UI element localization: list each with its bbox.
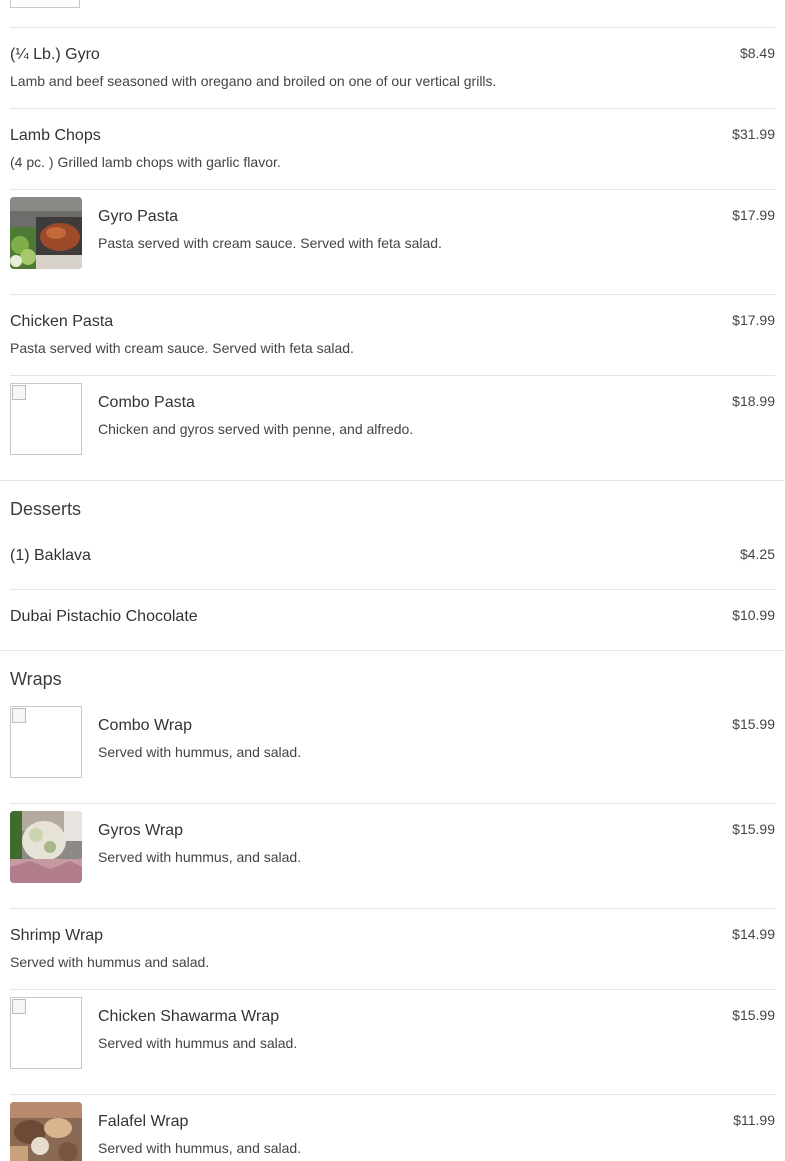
section-divider — [0, 480, 785, 481]
item-description: Served with hummus and salad. — [10, 954, 210, 970]
item-photo-gyro-pasta — [10, 197, 82, 269]
broken-image-icon — [12, 708, 26, 723]
item-photo-falafel-wrap — [10, 1102, 82, 1161]
menu-item[interactable]: Dubai Pistachio Chocolate $10.99 — [10, 607, 775, 643]
item-price: $15.99 — [732, 821, 775, 837]
menu-item[interactable]: (¼ Lb.) Gyro Lamb and beef seasoned with… — [10, 45, 775, 101]
menu-item[interactable]: Gyros Wrap Served with hummus, and salad… — [10, 811, 775, 901]
item-divider — [10, 294, 775, 295]
menu-item[interactable]: Combo Pasta Chicken and gyros served wit… — [10, 383, 775, 473]
section-title-desserts: Desserts — [10, 499, 82, 519]
broken-image-icon — [12, 999, 26, 1014]
item-name: (¼ Lb.) Gyro — [10, 46, 100, 63]
item-image-placeholder — [10, 997, 82, 1069]
item-price: $18.99 — [732, 393, 775, 409]
item-divider — [10, 589, 775, 590]
item-name: Dubai Pistachio Chocolate — [10, 608, 198, 625]
item-name: Falafel Wrap — [98, 1113, 189, 1130]
item-description: (4 pc. ) Grilled lamb chops with garlic … — [10, 154, 281, 170]
item-image-placeholder — [10, 383, 82, 455]
item-name: Combo Pasta — [98, 394, 195, 411]
menu-item[interactable]: Chicken Pasta Pasta served with cream sa… — [10, 312, 775, 368]
item-name: Combo Wrap — [98, 717, 192, 734]
item-name: Chicken Shawarma Wrap — [98, 1008, 280, 1025]
item-description: Pasta served with cream sauce. Served wi… — [98, 235, 442, 251]
item-name: Lamb Chops — [10, 127, 101, 144]
item-image-placeholder — [10, 706, 82, 778]
item-description: Served with hummus and salad. — [98, 1035, 298, 1051]
item-price: $10.99 — [732, 607, 775, 623]
item-description: Served with hummus, and salad. — [98, 1140, 302, 1156]
item-divider — [10, 1094, 775, 1095]
item-name: Gyros Wrap — [98, 822, 184, 839]
item-price: $15.99 — [732, 1007, 775, 1023]
previous-item-stub — [0, 0, 785, 28]
menu-item[interactable]: Falafel Wrap Served with hummus, and sal… — [10, 1102, 775, 1161]
item-description: Served with hummus, and salad. — [98, 849, 302, 865]
item-description: Lamb and beef seasoned with oregano and … — [10, 73, 497, 89]
item-description: Pasta served with cream sauce. Served wi… — [10, 340, 354, 356]
item-divider — [10, 908, 775, 909]
item-divider — [10, 189, 775, 190]
menu-page: (¼ Lb.) Gyro Lamb and beef seasoned with… — [0, 0, 785, 1161]
item-price: $11.99 — [733, 1112, 775, 1128]
item-name: Chicken Pasta — [10, 313, 114, 330]
item-divider — [10, 989, 775, 990]
item-price: $4.25 — [739, 546, 775, 562]
section-title-wraps: Wraps — [10, 669, 62, 689]
item-price: $14.99 — [732, 926, 775, 942]
menu-item[interactable]: Gyro Pasta Pasta served with cream sauce… — [10, 197, 775, 287]
menu-item[interactable]: Combo Wrap Served with hummus, and salad… — [10, 706, 775, 796]
menu-item[interactable]: Chicken Shawarma Wrap Served with hummus… — [10, 997, 775, 1087]
item-divider — [10, 27, 775, 28]
item-price: $17.99 — [732, 207, 775, 223]
item-image-placeholder — [10, 0, 80, 8]
item-name: Gyro Pasta — [98, 208, 179, 225]
item-divider — [10, 108, 775, 109]
item-price: $15.99 — [732, 716, 775, 732]
item-description: Served with hummus, and salad. — [98, 744, 302, 760]
item-price: $17.99 — [732, 312, 775, 328]
item-photo-gyros-wrap — [10, 811, 82, 883]
section-divider — [0, 650, 785, 651]
menu-item[interactable]: Lamb Chops (4 pc. ) Grilled lamb chops w… — [10, 126, 775, 182]
item-description: Chicken and gyros served with penne, and… — [98, 421, 414, 437]
broken-image-icon — [12, 385, 26, 400]
menu-item[interactable]: (1) Baklava $4.25 — [10, 546, 775, 582]
item-name: Shrimp Wrap — [10, 927, 104, 944]
menu-item[interactable]: Shrimp Wrap Served with hummus and salad… — [10, 926, 775, 982]
item-divider — [10, 803, 775, 804]
item-name: (1) Baklava — [10, 547, 91, 564]
item-price: $8.49 — [739, 45, 775, 61]
item-divider — [10, 375, 775, 376]
item-price: $31.99 — [732, 126, 775, 142]
